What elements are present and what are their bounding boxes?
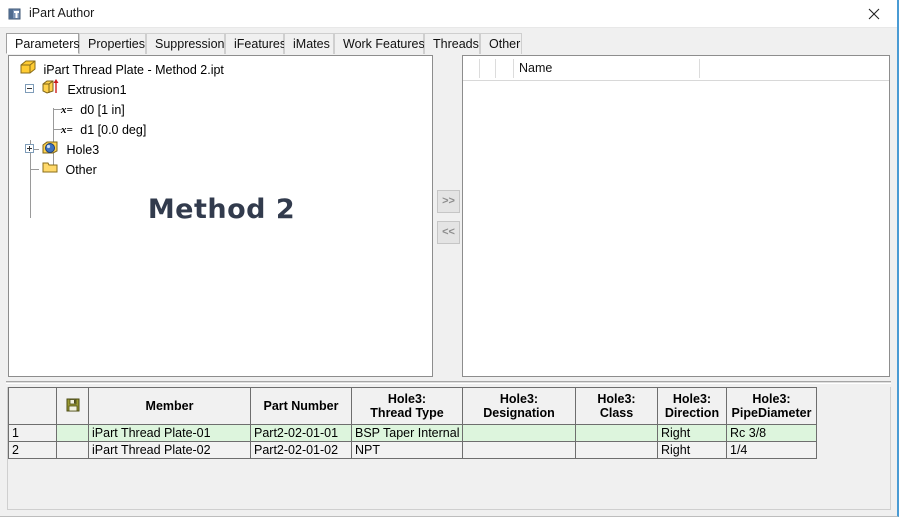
column-header-hole3-designation[interactable]: Hole3: Designation <box>462 387 576 425</box>
extrusion-icon <box>42 79 60 100</box>
save-icon <box>66 398 80 415</box>
title-bar: iPart Author <box>0 0 897 28</box>
ipart-author-window: iPart Author Parameters Properties Suppr… <box>0 0 899 517</box>
tab-threads[interactable]: Threads <box>424 33 480 54</box>
tree-connector-line <box>54 109 63 110</box>
add-parameter-button[interactable]: >> <box>437 190 460 213</box>
column-header-save[interactable] <box>56 387 89 425</box>
hole-icon <box>42 140 59 160</box>
cell-direction[interactable]: Right <box>657 424 727 442</box>
cell-designation[interactable] <box>462 441 576 459</box>
tree-node-label: d0 [1 in] <box>80 102 125 117</box>
tree-node-part-document[interactable]: iPart Thread Plate - Method 2.ipt <box>9 59 432 79</box>
watermark-text: Method 2 <box>147 194 296 225</box>
tree-node-other[interactable]: Other <box>9 159 432 179</box>
table-header-row: Member Part Number Hole3: Thread Type Ho… <box>8 387 817 425</box>
column-header-part-number[interactable]: Part Number <box>250 387 352 425</box>
cell-class[interactable] <box>575 441 658 459</box>
cell-designation[interactable] <box>462 424 576 442</box>
row-save-cell[interactable] <box>56 424 89 442</box>
cell-member[interactable]: iPart Thread Plate-01 <box>88 424 251 442</box>
tree-node-label: iPart Thread Plate - Method 2.ipt <box>43 62 224 77</box>
tree-node-label: Hole3 <box>66 142 100 157</box>
window-title: iPart Author <box>29 6 95 20</box>
tree-connector-line <box>54 129 63 130</box>
tree-node-parameter-d0[interactable]: x= d0 [1 in] <box>9 99 432 119</box>
ipart-table: Member Part Number Hole3: Thread Type Ho… <box>8 387 817 459</box>
cell-pipediameter[interactable]: Rc 3/8 <box>726 424 817 442</box>
row-index-cell[interactable]: 1 <box>8 424 57 442</box>
selected-parameters-header: Name <box>463 56 889 81</box>
tree-node-label: Other <box>65 162 97 177</box>
parameter-tree-panel: iPart Thread Plate - Method 2.ipt Extrus… <box>8 55 433 377</box>
remove-parameter-button[interactable]: << <box>437 221 460 244</box>
tree-node-hole3[interactable]: Hole3 <box>9 139 432 159</box>
table-row[interactable]: 1 iPart Thread Plate-01 Part2-02-01-01 B… <box>8 424 817 442</box>
cell-thread-type[interactable]: NPT <box>351 441 463 459</box>
part-document-icon <box>20 60 36 80</box>
column-header-blank-2[interactable] <box>480 59 496 78</box>
close-icon[interactable] <box>851 0 897 27</box>
ipart-table-area: Member Part Number Hole3: Thread Type Ho… <box>7 387 891 510</box>
tab-strip: Parameters Properties Suppression iFeatu… <box>0 33 897 55</box>
column-header-hole3-class[interactable]: Hole3: Class <box>575 387 658 425</box>
tree-expander-expand-icon[interactable] <box>25 144 34 153</box>
tree-node-label: d1 [0.0 deg] <box>80 122 147 137</box>
panel-splitter[interactable] <box>6 381 891 384</box>
column-header-blank-3[interactable] <box>496 59 514 78</box>
column-header-hole3-pipediameter[interactable]: Hole3: PipeDiameter <box>726 387 817 425</box>
cell-member[interactable]: iPart Thread Plate-02 <box>88 441 251 459</box>
ipart-author-icon <box>8 7 22 21</box>
column-header-blank-1[interactable] <box>464 59 480 78</box>
tree-connector-line <box>31 169 39 170</box>
cell-class[interactable] <box>575 424 658 442</box>
tab-properties[interactable]: Properties <box>79 33 146 54</box>
cell-thread-type[interactable]: BSP Taper Internal <box>351 424 463 442</box>
tab-ifeatures[interactable]: iFeatures <box>225 33 286 54</box>
tab-parameters[interactable]: Parameters <box>6 33 80 54</box>
row-index-cell[interactable]: 2 <box>8 441 57 459</box>
cell-part-number[interactable]: Part2-02-01-01 <box>250 424 352 442</box>
tree-node-extrusion1[interactable]: Extrusion1 <box>9 79 432 99</box>
column-header-hole3-thread-type[interactable]: Hole3: Thread Type <box>351 387 463 425</box>
tab-work-features[interactable]: Work Features <box>334 33 425 54</box>
cell-direction[interactable]: Right <box>657 441 727 459</box>
column-header-name[interactable]: Name <box>514 59 700 78</box>
tab-suppression[interactable]: Suppression <box>146 33 225 54</box>
table-row[interactable]: 2 iPart Thread Plate-02 Part2-02-01-02 N… <box>8 441 817 459</box>
tree-node-parameter-d1[interactable]: x= d1 [0.0 deg] <box>9 119 432 139</box>
tab-imates[interactable]: iMates <box>284 33 334 54</box>
cell-part-number[interactable]: Part2-02-01-02 <box>250 441 352 459</box>
column-header-row-index[interactable] <box>8 387 57 425</box>
column-header-hole3-direction[interactable]: Hole3: Direction <box>657 387 727 425</box>
cell-pipediameter[interactable]: 1/4 <box>726 441 817 459</box>
column-header-member[interactable]: Member <box>88 387 251 425</box>
tree-node-label: Extrusion1 <box>67 82 127 97</box>
tab-other[interactable]: Other <box>480 33 522 54</box>
parameter-tree: iPart Thread Plate - Method 2.ipt Extrus… <box>9 56 432 179</box>
selected-parameters-panel: Name <box>462 55 890 377</box>
row-save-cell[interactable] <box>56 441 89 459</box>
folder-icon <box>42 160 58 180</box>
tree-expander-collapse-icon[interactable] <box>25 84 34 93</box>
